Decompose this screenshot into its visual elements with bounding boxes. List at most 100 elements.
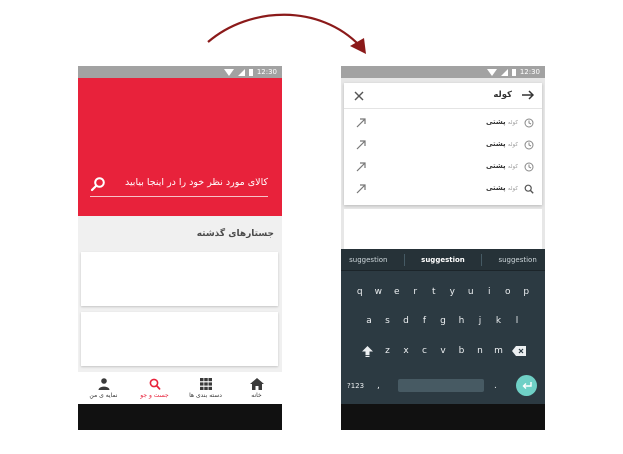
key[interactable]: o (499, 287, 518, 297)
nav-label: جست و جو (140, 391, 169, 399)
bottom-nav: خانه دسته بندی ها جست و جو نمایه ی من (78, 372, 282, 404)
nav-profile[interactable]: نمایه ی من (80, 377, 128, 399)
suggestion-row[interactable]: کوله پشتی (344, 156, 542, 178)
shift-icon[interactable] (356, 345, 378, 357)
system-nav-bar (341, 404, 545, 430)
keyboard-row-2: a s d f g h j k l (341, 316, 545, 326)
nav-home[interactable]: خانه (233, 377, 281, 399)
search-icon[interactable] (90, 176, 106, 192)
content-area (344, 209, 542, 249)
soft-keyboard: suggestion suggestion suggestion q w e r… (341, 249, 545, 404)
suggestion-text: کوله پشتی (485, 118, 518, 126)
key[interactable]: b (452, 346, 471, 356)
nav-label: خانه (251, 391, 262, 399)
backspace-icon[interactable] (508, 345, 530, 357)
back-arrow-icon[interactable] (522, 90, 534, 100)
nav-search[interactable]: جست و جو (131, 378, 179, 399)
key[interactable]: r (406, 287, 425, 297)
suggestion-row[interactable]: کوله پشتی (344, 112, 542, 134)
status-bar: 12:30 (341, 66, 545, 78)
key[interactable]: f (415, 316, 434, 326)
keyboard-row-3: z x c v b n m (341, 345, 545, 357)
battery-icon (248, 68, 253, 76)
north-west-arrow-icon[interactable] (356, 118, 366, 128)
keyboard-suggestion[interactable]: suggestion (421, 256, 465, 264)
key[interactable]: p (517, 287, 536, 297)
system-nav-bar (78, 404, 282, 430)
key[interactable]: q (351, 287, 370, 297)
key[interactable]: u (462, 287, 481, 297)
search-suggestions-screen: 12:30 کوله کوله پشتی کوله پشتی کوله پشتی… (341, 66, 545, 430)
status-time: 12:30 (256, 68, 277, 76)
suggestion-row[interactable]: کوله پشتی (344, 134, 542, 156)
key[interactable]: m (489, 346, 508, 356)
comma-key[interactable]: , (377, 381, 380, 391)
enter-key[interactable] (516, 375, 537, 396)
close-icon[interactable] (354, 91, 364, 101)
key[interactable]: h (452, 316, 471, 326)
key[interactable]: d (397, 316, 416, 326)
status-bar: 12:30 (78, 66, 282, 78)
period-key[interactable]: . (494, 381, 497, 391)
history-icon (524, 162, 534, 172)
history-card[interactable] (81, 312, 278, 366)
keyboard-suggestion[interactable]: suggestion (349, 256, 387, 264)
space-key[interactable] (398, 379, 484, 392)
search-input[interactable]: کوله (344, 83, 542, 109)
key[interactable]: z (378, 346, 397, 356)
signal-icon (237, 68, 245, 76)
signal-icon (500, 68, 508, 76)
history-icon (524, 140, 534, 150)
nav-categories[interactable]: دسته بندی ها (182, 377, 230, 399)
key[interactable]: w (369, 287, 388, 297)
search-home-screen: 12:30 کالای مورد نظر خود را در اینجا بیا… (78, 66, 282, 430)
wifi-icon (486, 68, 497, 76)
key[interactable]: k (489, 316, 508, 326)
search-hero: کالای مورد نظر خود را در اینجا بیابید (78, 78, 282, 216)
history-title: جستارهای گذشته (196, 229, 274, 239)
keyboard-suggestion[interactable]: suggestion (498, 256, 536, 264)
key[interactable]: x (397, 346, 416, 356)
flow-arrow-icon (207, 13, 366, 54)
key[interactable]: i (480, 287, 499, 297)
query-text: کوله (493, 90, 512, 100)
numbers-key[interactable]: ?123 (347, 382, 364, 390)
key[interactable]: c (415, 346, 434, 356)
key[interactable]: e (388, 287, 407, 297)
suggestion-text: کوله پشتی (485, 184, 518, 192)
north-west-arrow-icon[interactable] (356, 184, 366, 194)
key[interactable]: t (425, 287, 444, 297)
divider (403, 253, 405, 266)
search-icon (524, 184, 534, 194)
history-icon (524, 118, 534, 128)
key[interactable]: n (471, 346, 490, 356)
suggestion-text: کوله پشتی (485, 162, 518, 170)
suggestion-panel: کوله کوله پشتی کوله پشتی کوله پشتی کوله … (344, 83, 542, 205)
wifi-icon (223, 68, 234, 76)
suggestion-row[interactable]: کوله پشتی (344, 178, 542, 200)
divider (481, 253, 483, 266)
key[interactable]: j (471, 316, 490, 326)
grid-icon (199, 377, 212, 390)
keyboard-suggestion-strip: suggestion suggestion suggestion (341, 249, 545, 271)
key[interactable]: s (378, 316, 397, 326)
history-card[interactable] (81, 252, 278, 306)
key[interactable]: l (508, 316, 527, 326)
battery-icon (511, 68, 516, 76)
key[interactable]: v (434, 346, 453, 356)
key[interactable]: a (360, 316, 379, 326)
status-time: 12:30 (519, 68, 540, 76)
nav-label: دسته بندی ها (189, 391, 222, 399)
keyboard-row-1: q w e r t y u i o p (341, 287, 545, 297)
enter-icon (522, 381, 532, 389)
search-input[interactable]: کالای مورد نظر خود را در اینجا بیابید (90, 175, 268, 197)
search-icon (149, 378, 160, 390)
search-placeholder: کالای مورد نظر خود را در اینجا بیابید (124, 177, 268, 188)
key[interactable]: y (443, 287, 462, 297)
suggestion-text: کوله پشتی (485, 140, 518, 148)
nav-label: نمایه ی من (89, 391, 118, 399)
north-west-arrow-icon[interactable] (356, 162, 366, 172)
key[interactable]: g (434, 316, 453, 326)
person-icon (98, 377, 109, 390)
north-west-arrow-icon[interactable] (356, 140, 366, 150)
